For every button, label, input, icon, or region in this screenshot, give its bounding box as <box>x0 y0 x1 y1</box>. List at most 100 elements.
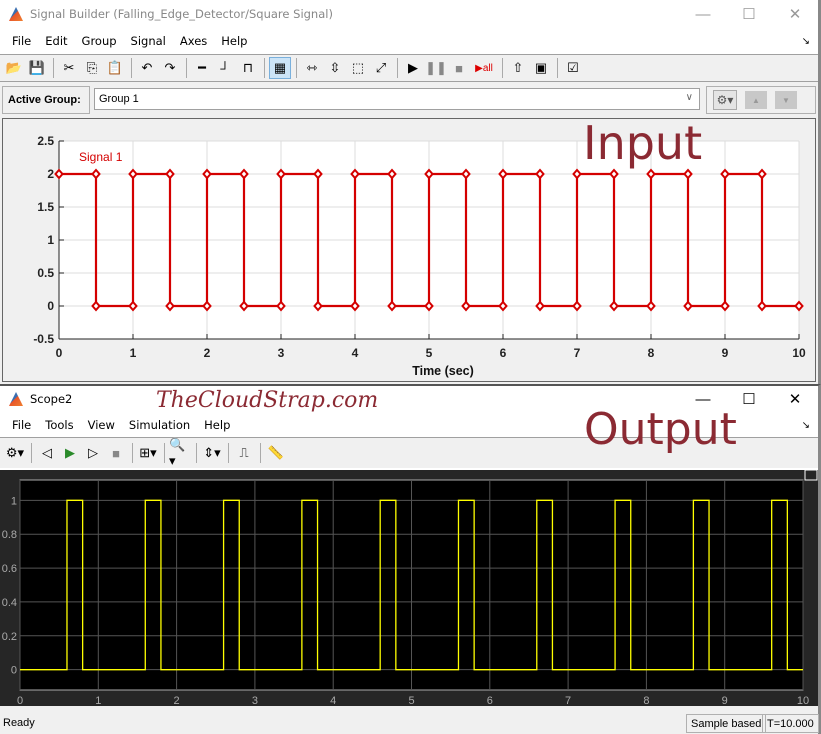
y-tick-label: 0.2 <box>2 631 17 643</box>
x-tick-label: 5 <box>426 346 433 360</box>
toolbar-separator <box>260 443 261 463</box>
status-time: T=10.000 <box>762 714 819 733</box>
menu-group[interactable]: Group <box>75 34 124 48</box>
menu-view[interactable]: View <box>81 418 122 432</box>
undo-icon[interactable]: ↶ <box>136 57 158 79</box>
up-arrow-icon[interactable]: ⇧ <box>507 57 529 79</box>
x-tick-label: 1 <box>95 695 101 706</box>
menu-simulation[interactable]: Simulation <box>122 418 197 432</box>
undock-icon[interactable] <box>804 469 818 481</box>
close-button[interactable]: ✕ <box>772 0 818 28</box>
zoom-x-icon[interactable]: ⇿ <box>301 57 323 79</box>
zoom-icon[interactable]: 🔍▾ <box>169 437 191 468</box>
open-icon[interactable]: 📂 <box>3 57 25 79</box>
verify-icon[interactable]: ☑ <box>562 57 584 79</box>
measure-icon[interactable]: 📏 <box>265 442 287 464</box>
toolbar-separator <box>196 443 197 463</box>
signal-1-line[interactable] <box>59 172 799 308</box>
menu-file[interactable]: File <box>5 34 38 48</box>
scope-chart[interactable]: 0 1 2 3 4 5 6 7 8 9 10 0 0.2 0.4 0.6 0.8 1 <box>0 469 818 707</box>
signal-label[interactable]: Signal 1 <box>79 150 123 164</box>
y-tick-label: 0.4 <box>2 597 17 609</box>
scope-window: Scope2 — ☐ ✕ File Tools View Simulation Help… <box>0 384 821 734</box>
status-text: Ready <box>3 717 35 729</box>
x-tick-label: 9 <box>722 346 729 360</box>
toolbar-separator <box>397 58 398 78</box>
save-icon[interactable]: 💾 <box>26 57 48 79</box>
show-block-icon[interactable]: ▣ <box>530 57 552 79</box>
group-controls: ⚙▾ ▲ ▼ <box>706 86 816 114</box>
x-tick-label: 1 <box>130 346 137 360</box>
step-icon[interactable]: ┘ <box>214 57 236 79</box>
move-down-button[interactable]: ▼ <box>775 91 797 109</box>
toolbar-separator <box>131 58 132 78</box>
run-icon[interactable]: ▶ <box>59 442 81 464</box>
zoom-xy-icon[interactable]: ⬚ <box>347 57 369 79</box>
x-tick-label: 0 <box>17 695 23 706</box>
matlab-icon <box>9 7 23 21</box>
menu-bar: File Edit Group Signal Axes Help ↘ <box>0 28 818 54</box>
menu-tools[interactable]: Tools <box>38 418 80 432</box>
toolbar-separator <box>186 58 187 78</box>
stop-icon[interactable]: ■ <box>448 57 470 79</box>
x-tick-label: 3 <box>278 346 285 360</box>
x-tick-label: 4 <box>352 346 359 360</box>
grid-icon[interactable]: ▦ <box>269 57 291 79</box>
toolbar-separator <box>53 58 54 78</box>
title-bar: Signal Builder (Falling_Edge_Detector/Sq… <box>0 0 818 28</box>
menu-axes[interactable]: Axes <box>173 34 214 48</box>
play-icon[interactable]: ▶ <box>402 57 424 79</box>
x-tick-label: 2 <box>204 346 211 360</box>
toolbar-separator <box>264 58 265 78</box>
pulse-icon[interactable]: ⊓ <box>237 57 259 79</box>
y-tick-label: 1.5 <box>37 200 54 214</box>
y-tick-label: 0.6 <box>2 563 17 575</box>
pause-icon[interactable]: ❚❚ <box>425 57 447 79</box>
x-tick-label: 7 <box>574 346 581 360</box>
minimize-button[interactable]: — <box>680 0 726 28</box>
x-tick-label: 3 <box>252 695 258 706</box>
menu-edit[interactable]: Edit <box>38 34 74 48</box>
dock-arrow-icon[interactable]: ↘ <box>802 36 810 47</box>
x-tick-label: 7 <box>565 695 571 706</box>
window-title: Signal Builder (Falling_Edge_Detector/Sq… <box>30 7 333 21</box>
triggers-icon[interactable]: ⎍ <box>233 442 255 464</box>
cut-icon[interactable]: ✂ <box>58 57 80 79</box>
active-group-select[interactable]: Group 1 ∨ <box>94 88 700 110</box>
y-tick-label: -0.5 <box>33 332 54 346</box>
toolbar-separator <box>502 58 503 78</box>
fit-icon[interactable]: ⤢ <box>370 57 392 79</box>
step-back-icon[interactable]: ◁ <box>36 442 58 464</box>
scope-title: Scope2 <box>30 392 73 406</box>
y-tick-label: 0 <box>47 299 54 313</box>
run-all-icon[interactable]: ▶all <box>471 57 497 79</box>
close-button[interactable]: ✕ <box>772 386 818 412</box>
x-tick-label: 10 <box>792 346 806 360</box>
status-bar: Ready Sample based T=10.000 <box>0 712 819 734</box>
signal-select-icon[interactable]: ⊞▾ <box>137 442 159 464</box>
stop-icon[interactable]: ■ <box>105 442 127 464</box>
dock-arrow-icon[interactable]: ↘ <box>802 420 810 431</box>
maximize-button[interactable]: ☐ <box>726 0 772 28</box>
menu-file[interactable]: File <box>5 418 38 432</box>
scope-plot-panel: 0 1 2 3 4 5 6 7 8 9 10 0 0.2 0.4 0.6 0.8 1 <box>0 468 818 707</box>
x-tick-label: 5 <box>408 695 414 706</box>
settings-icon[interactable]: ⚙▾ <box>4 442 26 464</box>
copy-icon[interactable]: ⎘ <box>81 57 103 79</box>
gear-icon[interactable]: ⚙▾ <box>713 90 737 110</box>
paste-icon[interactable]: 📋 <box>104 57 126 79</box>
toolbar-separator <box>557 58 558 78</box>
chevron-down-icon: ∨ <box>685 92 693 103</box>
move-up-button[interactable]: ▲ <box>745 91 767 109</box>
redo-icon[interactable]: ↷ <box>159 57 181 79</box>
menu-help[interactable]: Help <box>197 418 237 432</box>
step-forward-icon[interactable]: ▷ <box>82 442 104 464</box>
x-tick-label: 0 <box>56 346 63 360</box>
active-group-label: Active Group: <box>2 86 90 114</box>
x-tick-label: 8 <box>643 695 649 706</box>
zoom-y-icon[interactable]: ⇳ <box>324 57 346 79</box>
menu-signal[interactable]: Signal <box>124 34 173 48</box>
menu-help[interactable]: Help <box>214 34 254 48</box>
scale-icon[interactable]: ⇕▾ <box>201 442 223 464</box>
constant-icon[interactable]: ━ <box>191 57 213 79</box>
